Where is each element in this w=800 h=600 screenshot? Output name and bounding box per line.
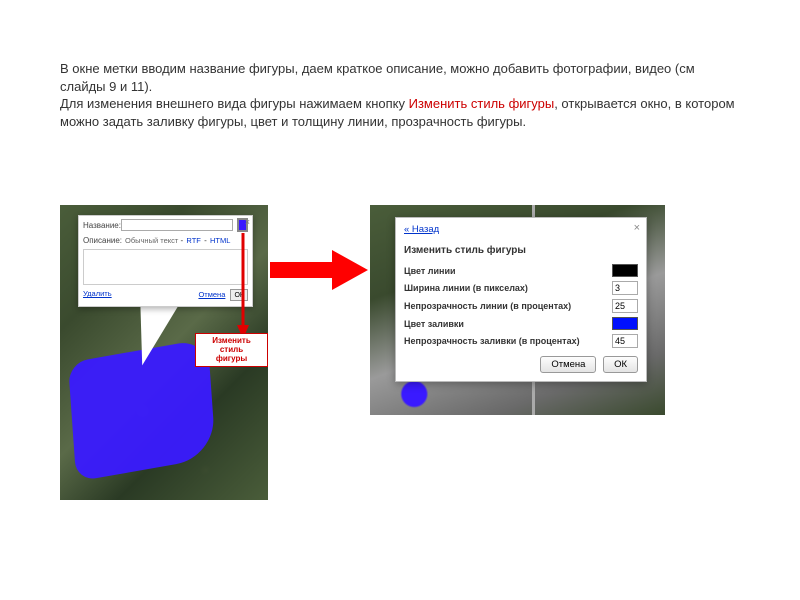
name-input[interactable] bbox=[121, 219, 233, 231]
ok-button[interactable]: ОК bbox=[230, 289, 248, 301]
intro-line2a: Для изменения внешнего вида фигуры нажим… bbox=[60, 96, 409, 111]
description-mode-tabs: Обычный текст - RTF - HTML bbox=[125, 236, 231, 245]
cancel-link[interactable]: Отмена bbox=[198, 290, 225, 299]
callout-line2: фигуры bbox=[200, 354, 263, 363]
delete-link[interactable]: Удалить bbox=[83, 289, 112, 301]
fill-opacity-input[interactable] bbox=[612, 334, 638, 348]
fill-color-label: Цвет заливки bbox=[404, 319, 464, 329]
description-textarea[interactable] bbox=[83, 249, 248, 285]
fill-opacity-label: Непрозрачность заливки (в процентах) bbox=[404, 336, 580, 346]
mode-rtf[interactable]: RTF bbox=[186, 236, 200, 245]
big-red-arrow-icon bbox=[270, 250, 360, 290]
name-field-label: Название: bbox=[83, 221, 121, 230]
intro-line1: В окне метки вводим название фигуры, дае… bbox=[60, 61, 695, 94]
back-link[interactable]: « Назад bbox=[404, 224, 439, 235]
mode-html[interactable]: HTML bbox=[210, 236, 230, 245]
style-edit-popup: « Назад × Изменить стиль фигуры Цвет лин… bbox=[395, 217, 647, 382]
instruction-text: В окне метки вводим название фигуры, дае… bbox=[60, 60, 740, 130]
cancel-button[interactable]: Отмена bbox=[540, 356, 596, 373]
close-icon[interactable]: × bbox=[634, 222, 640, 234]
line-width-label: Ширина линии (в пикселах) bbox=[404, 283, 528, 293]
fill-color-swatch[interactable] bbox=[612, 317, 638, 330]
line-color-label: Цвет линии bbox=[404, 266, 456, 276]
close-icon[interactable]: × bbox=[245, 217, 250, 227]
line-color-swatch[interactable] bbox=[612, 264, 638, 277]
right-screenshot: « Назад × Изменить стиль фигуры Цвет лин… bbox=[370, 205, 665, 415]
callout-line1: Изменить стиль bbox=[200, 336, 263, 354]
description-label: Описание: bbox=[83, 236, 125, 245]
intro-line2-red: Изменить стиль фигуры bbox=[409, 96, 555, 111]
ok-button[interactable]: ОК bbox=[603, 356, 638, 373]
placemark-edit-popup: × Название: Описание: Обычный текст - RT… bbox=[78, 215, 253, 307]
change-style-callout: Изменить стиль фигуры bbox=[195, 333, 268, 367]
line-width-input[interactable] bbox=[612, 281, 638, 295]
popup-title: Изменить стиль фигуры bbox=[404, 245, 638, 256]
line-opacity-label: Непрозрачность линии (в процентах) bbox=[404, 301, 571, 311]
mode-plain[interactable]: Обычный текст bbox=[125, 236, 178, 245]
left-screenshot: × Название: Описание: Обычный текст - RT… bbox=[60, 205, 268, 500]
line-opacity-input[interactable] bbox=[612, 299, 638, 313]
